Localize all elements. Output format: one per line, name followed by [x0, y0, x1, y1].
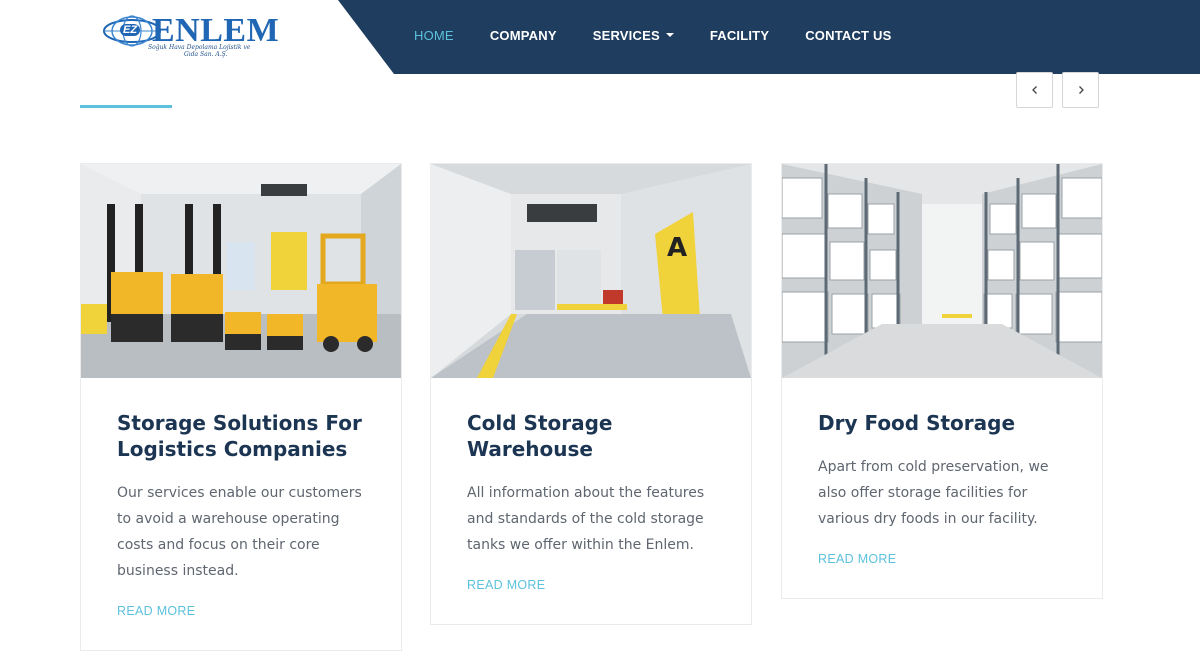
brand-badge: EZ — [120, 24, 141, 36]
card-title[interactable]: Dry Food Storage — [818, 410, 1066, 436]
main-nav: HOME COMPANY SERVICES FACILITY CONTACT U… — [396, 0, 909, 70]
slider-prev-button[interactable] — [1016, 72, 1053, 108]
chevron-right-icon — [1078, 86, 1084, 94]
card-description: All information about the features and s… — [467, 485, 705, 553]
svg-text:A: A — [667, 233, 687, 263]
section-accent-line — [80, 105, 172, 108]
nav-item-company[interactable]: COMPANY — [490, 28, 557, 43]
card-description: Apart from cold preservation, we also of… — [818, 459, 1049, 527]
service-card: Storage Solutions For Logistics Companie… — [80, 163, 402, 651]
nav-item-contact-us[interactable]: CONTACT US — [805, 28, 891, 43]
nav-item-facility[interactable]: FACILITY — [710, 28, 769, 43]
card-title[interactable]: Cold Storage Warehouse — [467, 410, 715, 462]
caret-down-icon — [665, 33, 674, 37]
service-card: Dry Food Storage Apart from cold preserv… — [781, 163, 1103, 599]
brand-name: ENLEM — [152, 12, 280, 49]
brand-subtitle-line1: Soğuk Hava Depolama Lojistik ve — [148, 44, 251, 51]
dry-storage-image[interactable] — [782, 164, 1102, 378]
read-more-link[interactable]: READ MORE — [818, 552, 896, 566]
site-header: EZ ENLEM Soğuk Hava Depolama Lojistik ve… — [0, 0, 1200, 74]
read-more-link[interactable]: READ MORE — [117, 604, 195, 618]
service-card: A Cold Storage Warehouse All information… — [430, 163, 752, 625]
cold-storage-image[interactable]: A — [431, 164, 751, 378]
nav-item-home[interactable]: HOME — [414, 28, 454, 43]
brand-logo[interactable]: EZ ENLEM Soğuk Hava Depolama Lojistik ve… — [102, 12, 279, 60]
card-description: Our services enable our customers to avo… — [117, 485, 362, 579]
read-more-link[interactable]: READ MORE — [467, 578, 545, 592]
forklifts-image[interactable] — [81, 164, 401, 378]
brand-subtitle-line2: Gıda San. A.Ş. — [184, 51, 228, 58]
slider-next-button[interactable] — [1062, 72, 1099, 108]
card-title[interactable]: Storage Solutions For Logistics Companie… — [117, 410, 365, 462]
chevron-left-icon — [1031, 86, 1037, 94]
nav-item-services[interactable]: SERVICES — [593, 28, 674, 43]
